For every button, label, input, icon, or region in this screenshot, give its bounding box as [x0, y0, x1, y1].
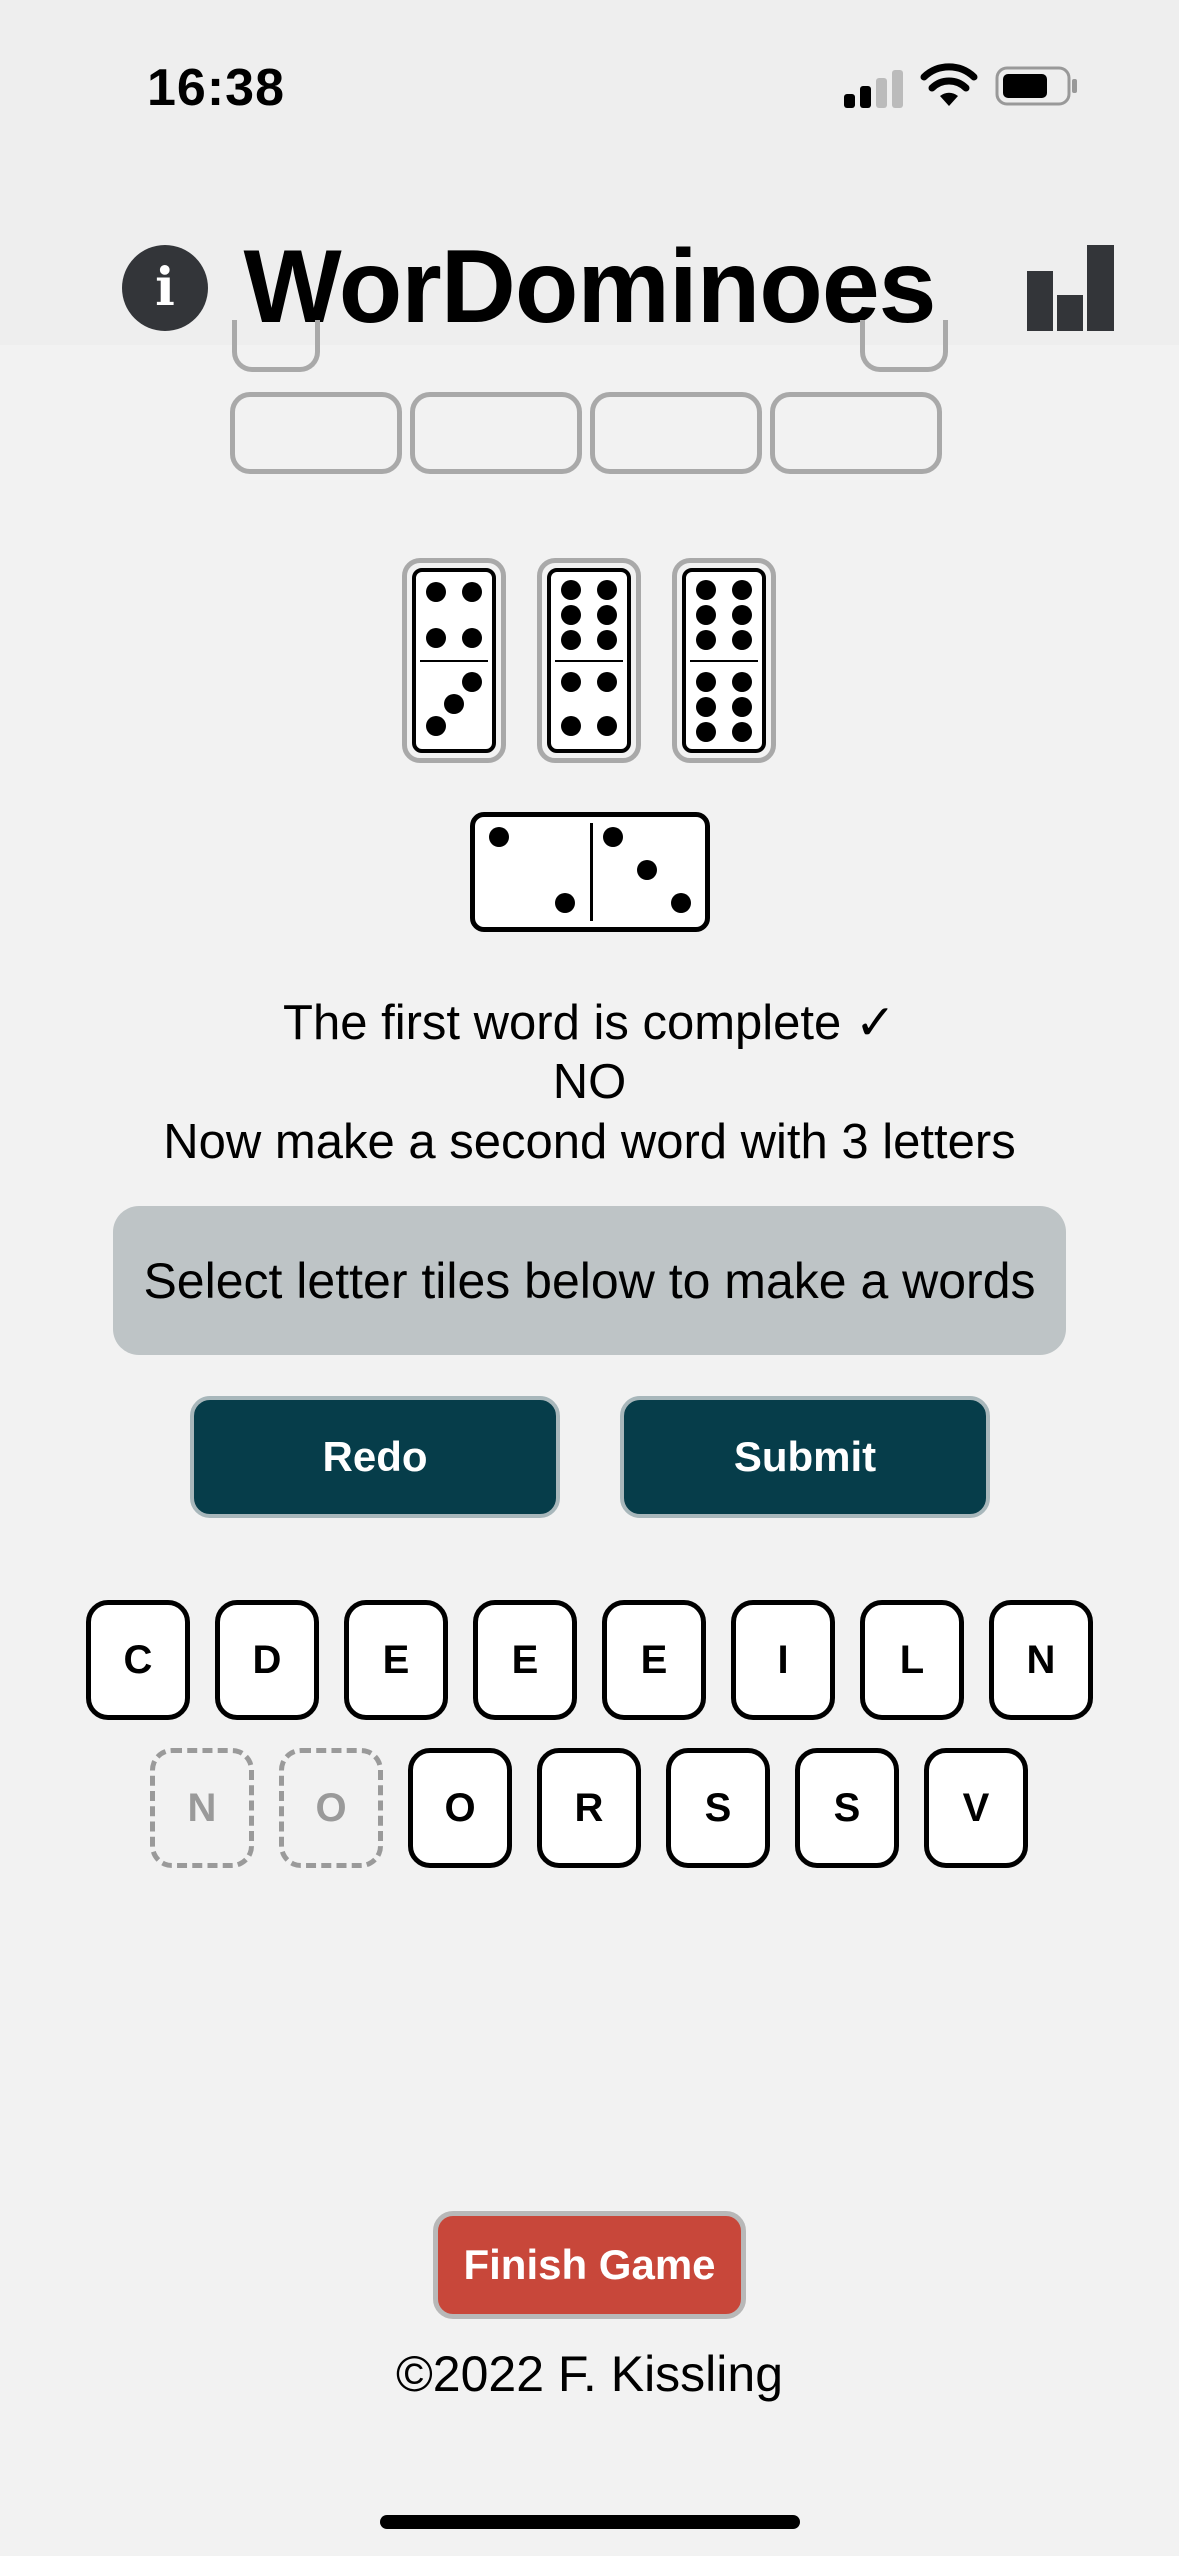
board-stub-left	[232, 320, 320, 372]
redo-button[interactable]: Redo	[190, 1396, 560, 1518]
placed-domino	[470, 812, 710, 932]
letter-slot	[590, 392, 762, 474]
domino-option-1[interactable]	[402, 558, 506, 763]
letter-slot	[410, 392, 582, 474]
status-message-complete: The first word is complete ✓	[283, 996, 896, 1050]
copyright-footer: ©2022 F. Kissling	[395, 2346, 784, 2402]
home-indicator[interactable]	[380, 2515, 800, 2529]
battery-icon	[995, 66, 1077, 106]
word-input[interactable]: Select letter tiles below to make a word…	[113, 1206, 1066, 1355]
letter-tile[interactable]: S	[795, 1748, 899, 1868]
letter-tile[interactable]: D	[215, 1600, 319, 1720]
letter-tile-used: N	[150, 1748, 254, 1868]
domino-option-2[interactable]	[537, 558, 641, 763]
board-stub-right	[860, 320, 948, 372]
letter-tile[interactable]: R	[537, 1748, 641, 1868]
domino	[547, 568, 631, 753]
letter-tile[interactable]: V	[924, 1748, 1028, 1868]
letter-tile-used: O	[279, 1748, 383, 1868]
letter-tile[interactable]: L	[860, 1600, 964, 1720]
letter-tile[interactable]: S	[666, 1748, 770, 1868]
domino	[682, 568, 766, 753]
letter-slot	[230, 392, 402, 474]
letter-tile[interactable]: C	[86, 1600, 190, 1720]
letter-tile[interactable]: E	[344, 1600, 448, 1720]
letter-tile[interactable]: N	[989, 1600, 1093, 1720]
wifi-icon	[920, 63, 978, 106]
word-input-placeholder: Select letter tiles below to make a word…	[143, 1252, 1036, 1309]
letter-tile[interactable]: O	[408, 1748, 512, 1868]
instruction-message: Now make a second word with 3 letters	[163, 1115, 1016, 1169]
domino	[412, 568, 496, 753]
stats-icon[interactable]	[1027, 245, 1114, 331]
first-word: NO	[552, 1055, 627, 1109]
letter-tile[interactable]: I	[731, 1600, 835, 1720]
submit-button[interactable]: Submit	[620, 1396, 990, 1518]
letter-slot	[770, 392, 942, 474]
word-board	[230, 320, 950, 480]
page-title: WorDominoes	[243, 229, 936, 345]
letter-tile[interactable]: E	[473, 1600, 577, 1720]
finish-game-button[interactable]: Finish Game	[433, 2211, 746, 2319]
domino-option-3[interactable]	[672, 558, 776, 763]
status-time: 16:38	[147, 59, 285, 117]
cellular-signal-icon	[844, 70, 903, 108]
status-bar: 16:38	[0, 0, 1179, 175]
letter-tile[interactable]: E	[602, 1600, 706, 1720]
